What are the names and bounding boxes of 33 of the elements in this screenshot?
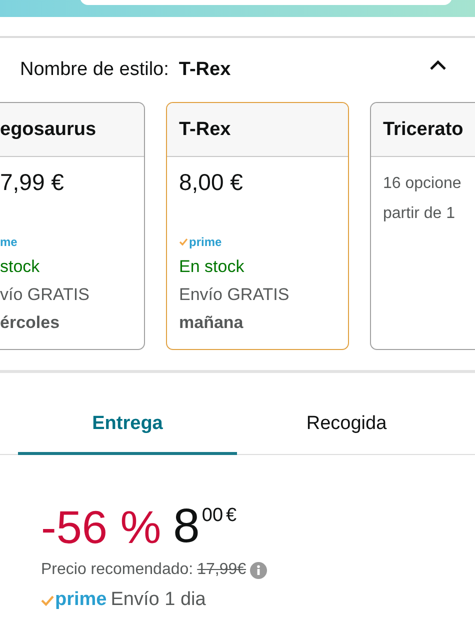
discount-percent: -56 % [41,501,162,553]
option-note: 16 opcione [383,174,462,194]
style-label: Nombre de estilo: [20,59,169,81]
option-name: Triceratо [383,118,464,140]
list-price-value: 17,99€ [197,561,246,579]
delivery-text: Envío 1 dia [110,589,206,611]
delivery-date: ércoles [0,312,61,334]
style-option-card[interactable]: T-Rex 8,00 € prime En stock Envío GRATIS mañana [166,102,349,350]
shipping-text: Envío GRATIS [179,284,290,306]
prime-label: prime [189,235,222,249]
price-currency: € [226,504,237,528]
stock-status: stock [0,256,41,278]
option-price: 8,00 € [179,169,244,197]
tab[interactable]: Entrega [18,400,237,455]
list-price-label: Precio recomendado: [41,561,194,579]
tab[interactable]: Recogida [237,400,456,455]
delivery-date: mañana [179,312,244,334]
prime-label: me [0,235,18,249]
check-icon [41,594,54,606]
option-note: partir de 1 [383,204,456,224]
shipping-text: vío GRATIS [0,284,90,306]
option-name: T-Rex [179,118,231,140]
option-price: 7,99 € [0,169,65,197]
style-option-card[interactable]: Triceratо 16 opcione partir de 1 [370,102,475,350]
style-value: T-Rex [178,59,231,81]
info-icon[interactable] [250,562,268,578]
price-whole: 8 [173,501,200,553]
stock-status: En stock [179,256,246,278]
collapse-chevron-icon[interactable] [429,59,447,71]
prime-label: prime [55,589,107,611]
option-name: egosaurus [0,118,96,140]
price-fraction: 00 [202,504,224,528]
style-option-card[interactable]: egosaurus 7,99 € me stock vío GRATIS ércoles [0,102,145,350]
